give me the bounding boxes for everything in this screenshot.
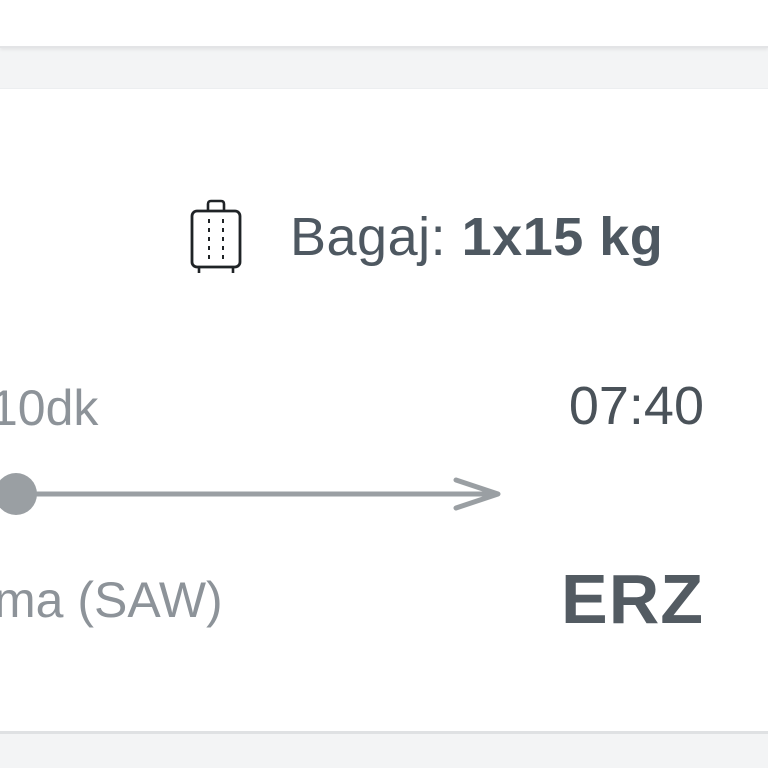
arrival-time: 07:40 [568,376,704,436]
arrival-airport-code: ERZ [561,560,704,638]
baggage-allowance: Bagaj: 1x15 kg [290,206,663,268]
suitcase-icon [190,199,242,273]
baggage-label: Bagaj: [290,207,447,267]
route-arrow [0,473,501,515]
previous-card [0,0,768,48]
baggage-info: Bagaj: 1x15 kg [188,199,663,275]
flight-duration: 10dk [0,380,99,436]
flight-card[interactable]: Bagaj: 1x15 kg 10dk 07:40 ma (SAW) ERZ [0,88,768,734]
baggage-value: 1x15 kg [461,207,664,267]
departure-airport: ma (SAW) [0,572,223,628]
